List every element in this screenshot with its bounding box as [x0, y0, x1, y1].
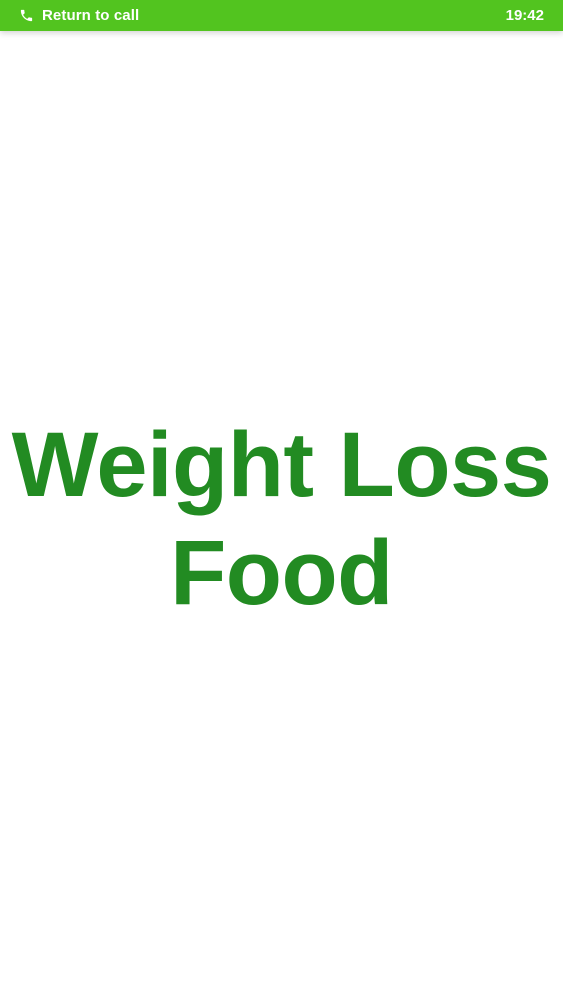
splash-content: Weight Loss Food: [0, 31, 563, 1000]
app-title-line-1: Weight Loss: [11, 413, 552, 516]
phone-icon: [19, 8, 34, 23]
app-title-line-2: Food: [170, 521, 393, 624]
return-to-call-label: Return to call: [42, 7, 140, 24]
app-title: Weight Loss Food: [12, 411, 552, 627]
status-bar: Return to call 19:42: [0, 0, 563, 31]
return-to-call-banner[interactable]: Return to call: [19, 7, 139, 24]
app-screen: Return to call 19:42 Weight Loss Food: [0, 0, 563, 1000]
status-clock: 19:42: [505, 7, 544, 24]
